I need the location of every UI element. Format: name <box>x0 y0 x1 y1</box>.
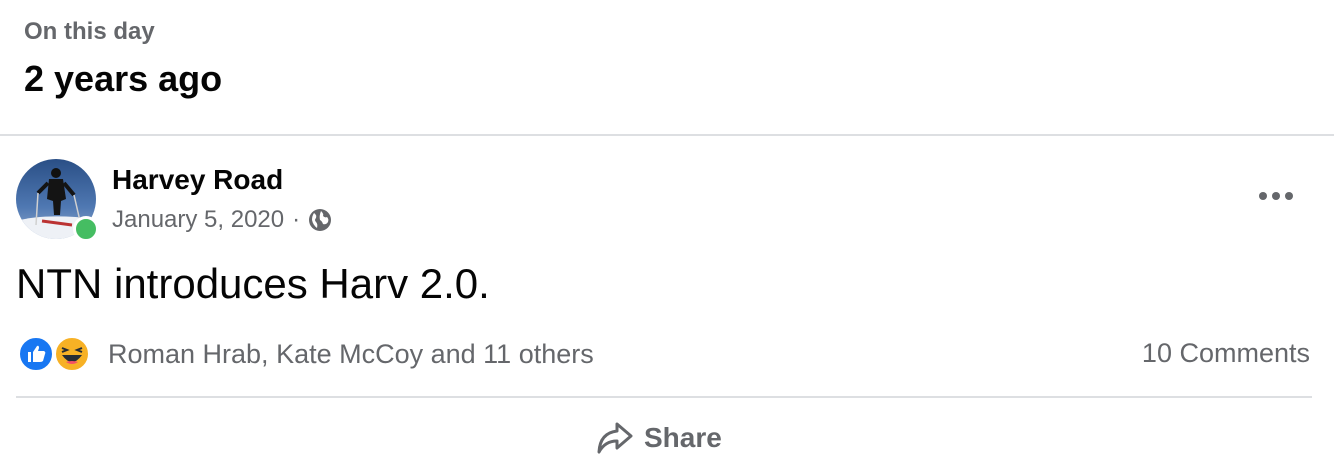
memory-header: On this day 2 years ago <box>0 0 1334 136</box>
comments-count[interactable]: 10 Comments <box>1142 338 1310 369</box>
memory-card: On this day 2 years ago Harvey Road Janu… <box>0 0 1334 476</box>
reaction-icons <box>18 334 96 374</box>
meta-separator: · <box>292 206 301 233</box>
post-date[interactable]: January 5, 2020 <box>112 206 284 234</box>
divider <box>16 396 1312 398</box>
share-icon <box>596 420 634 456</box>
haha-icon <box>54 336 90 372</box>
reaction-names: Roman Hrab, Kate McCoy and 11 others <box>108 338 594 369</box>
share-button[interactable]: Share <box>596 418 722 458</box>
online-status-indicator <box>73 216 99 242</box>
post-meta: January 5, 2020 · <box>112 206 332 234</box>
share-label: Share <box>644 422 722 453</box>
like-icon <box>18 336 54 372</box>
globe-icon[interactable] <box>308 208 332 232</box>
reactions-summary[interactable]: Roman Hrab, Kate McCoy and 11 others <box>18 334 594 374</box>
memory-title: 2 years ago <box>24 58 223 99</box>
post-text: NTN introduces Harv 2.0. <box>16 260 490 307</box>
memory-label: On this day <box>24 18 155 45</box>
author-name[interactable]: Harvey Road <box>112 164 283 196</box>
more-options-icon[interactable] <box>1254 182 1298 210</box>
